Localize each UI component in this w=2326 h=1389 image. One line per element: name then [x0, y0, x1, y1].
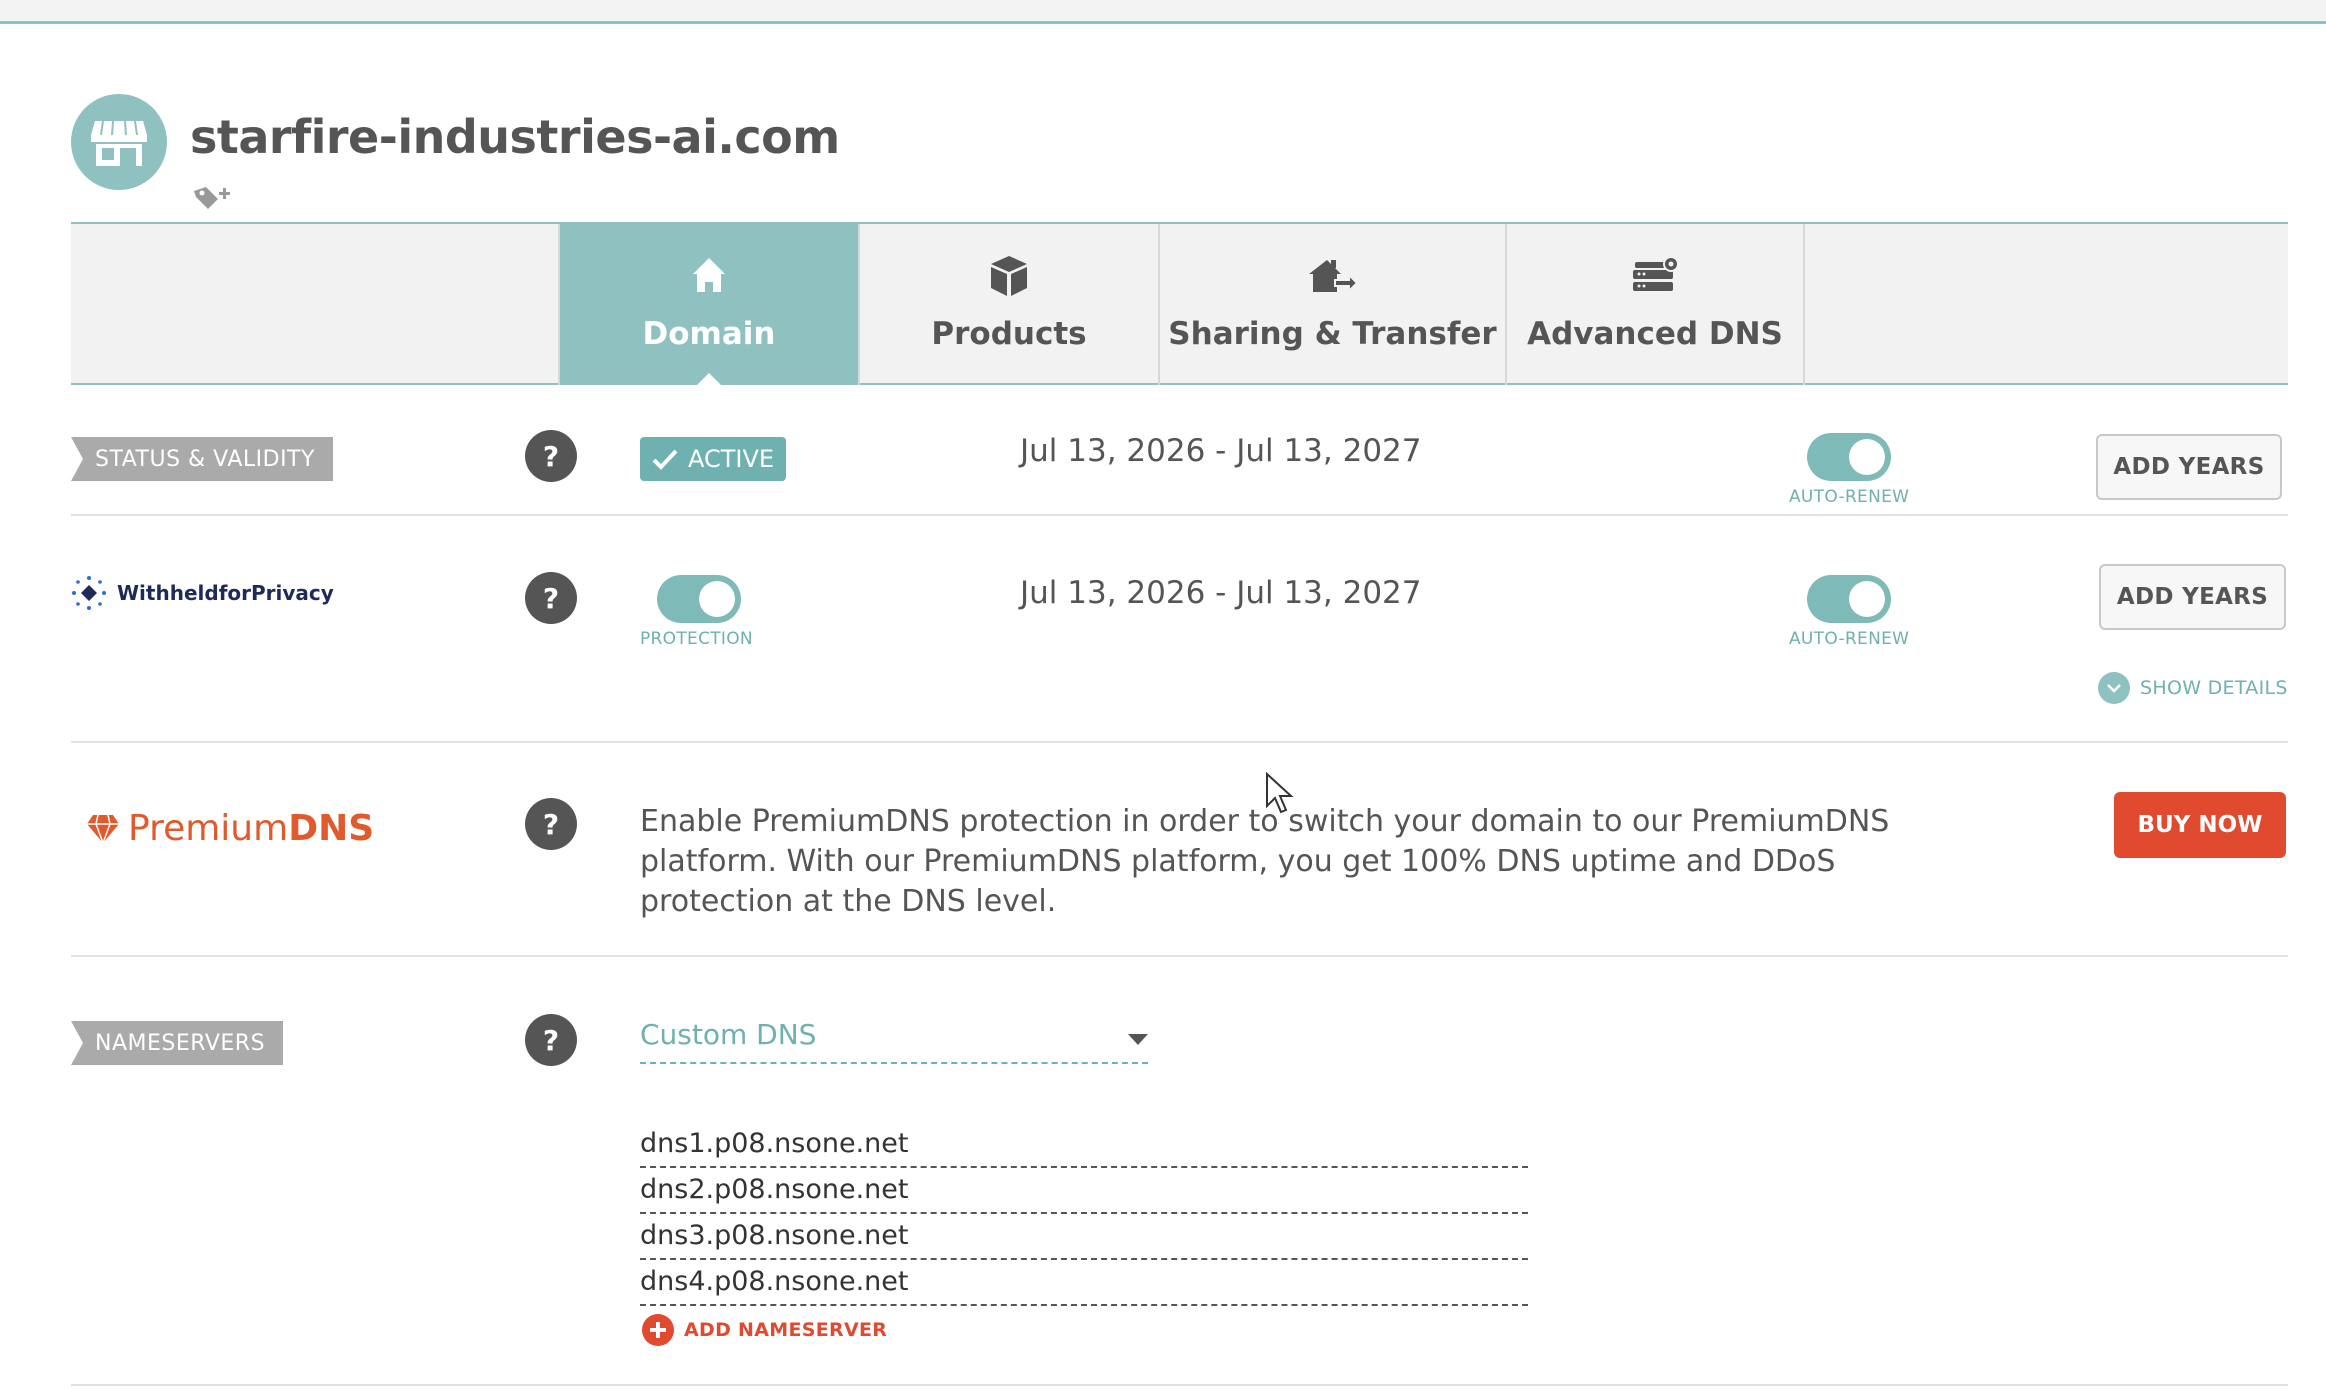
- toggle-knob: [699, 581, 735, 617]
- chevron-down-icon: [2098, 672, 2130, 704]
- tab-label: Sharing & Transfer: [1168, 316, 1497, 352]
- mouse-cursor-icon: [1266, 772, 1294, 814]
- box-icon: [991, 256, 1027, 296]
- privacy-logo-text: WithheldforPrivacy: [117, 581, 334, 605]
- tab-domain[interactable]: Domain: [558, 224, 858, 387]
- premium-dns-logo-text-a: Premium: [128, 808, 289, 849]
- add-tag-icon[interactable]: [192, 183, 232, 213]
- privacy-date-range: Jul 13, 2026 - Jul 13, 2027: [1020, 575, 1422, 611]
- plus-icon: [642, 1314, 674, 1346]
- help-icon-nameservers[interactable]: ?: [525, 1014, 577, 1066]
- toggle-knob: [1849, 439, 1885, 475]
- store-icon: [71, 94, 167, 190]
- server-icon: [1633, 256, 1679, 291]
- domain-details-page: starfire-industries-ai.com Domain Produc…: [0, 0, 2326, 1389]
- privacy-autorenew-toggle[interactable]: [1807, 575, 1891, 623]
- show-details-toggle[interactable]: SHOW DETAILS: [2098, 672, 2288, 704]
- show-details-label: SHOW DETAILS: [2140, 677, 2288, 699]
- top-bar: [0, 0, 2326, 24]
- nameserver-field-4[interactable]: dns4.p08.nsone.net: [640, 1266, 1528, 1306]
- tab-sharing-transfer[interactable]: Sharing & Transfer: [1158, 224, 1505, 385]
- caret-down-icon: [1128, 1034, 1148, 1045]
- tab-label: Domain: [642, 316, 776, 352]
- help-icon-status[interactable]: ?: [525, 430, 577, 482]
- premium-dns-logo-text: PremiumDNS: [128, 808, 374, 849]
- nameserver-field-3[interactable]: dns3.p08.nsone.net: [640, 1220, 1528, 1260]
- status-validity-label: STATUS & VALIDITY: [71, 437, 333, 481]
- privacy-protection-label: PROTECTION: [640, 629, 753, 649]
- add-nameserver-button[interactable]: ADD NAMESERVER: [642, 1314, 887, 1346]
- tab-advanced-dns[interactable]: Advanced DNS: [1505, 224, 1805, 385]
- row-divider: [71, 514, 2288, 516]
- buy-now-button[interactable]: BUY NOW: [2114, 792, 2286, 858]
- row-divider: [71, 741, 2288, 743]
- toggle-knob: [1849, 581, 1885, 617]
- add-nameserver-label: ADD NAMESERVER: [684, 1319, 888, 1341]
- nameserver-field-2[interactable]: dns2.p08.nsone.net: [640, 1174, 1528, 1214]
- diamond-icon: [87, 814, 119, 843]
- status-add-years-button[interactable]: ADD YEARS: [2096, 434, 2282, 500]
- privacy-add-years-button[interactable]: ADD YEARS: [2099, 564, 2286, 630]
- privacy-autorenew-label: AUTO-RENEW: [1789, 629, 1910, 649]
- status-date-range: Jul 13, 2026 - Jul 13, 2027: [1020, 433, 1422, 469]
- row-divider: [71, 955, 2288, 957]
- privacy-protection-toggle[interactable]: [657, 575, 741, 623]
- nameserver-type-value: Custom DNS: [640, 1018, 817, 1051]
- domain-tabs: Domain Products Sharing & Transfer Advan…: [71, 222, 2288, 387]
- home-icon: [693, 258, 725, 292]
- tab-products[interactable]: Products: [858, 224, 1158, 385]
- premium-dns-logo-text-b: DNS: [288, 808, 375, 849]
- tab-label: Advanced DNS: [1527, 316, 1783, 352]
- nameservers-label: NAMESERVERS: [71, 1021, 284, 1065]
- row-divider: [71, 1384, 2288, 1386]
- status-badge: ACTIVE: [640, 437, 786, 481]
- status-autorenew-toggle[interactable]: [1807, 433, 1891, 481]
- transfer-icon: [1308, 260, 1357, 294]
- check-icon: [652, 449, 678, 470]
- domain-name-title: starfire-industries-ai.com: [190, 110, 840, 164]
- privacy-logo-icon: [72, 576, 106, 610]
- help-icon-premium-dns[interactable]: ?: [525, 798, 577, 850]
- status-autorenew-label: AUTO-RENEW: [1789, 487, 1910, 507]
- status-badge-text: ACTIVE: [688, 445, 775, 473]
- withheld-for-privacy-logo: WithheldforPrivacy: [71, 575, 334, 611]
- premium-dns-description: Enable PremiumDNS protection in order to…: [640, 804, 1890, 919]
- tab-label: Products: [931, 316, 1087, 352]
- nameserver-type-select[interactable]: Custom DNS: [640, 1018, 1148, 1064]
- premium-dns-logo: PremiumDNS: [86, 808, 374, 849]
- nameserver-field-1[interactable]: dns1.p08.nsone.net: [640, 1128, 1528, 1168]
- help-icon-privacy[interactable]: ?: [525, 572, 577, 624]
